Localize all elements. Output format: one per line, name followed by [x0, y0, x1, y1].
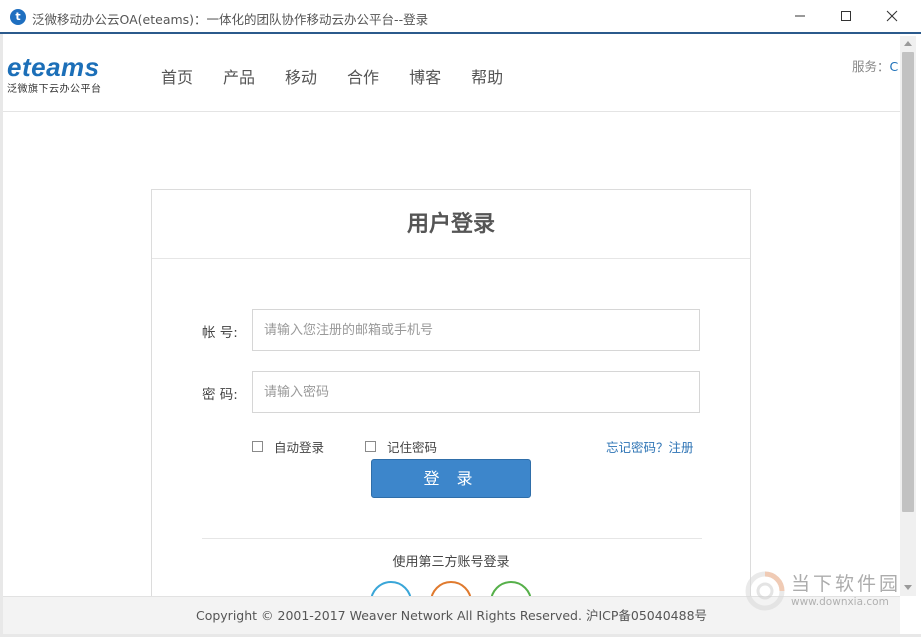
- maximize-icon: [841, 11, 851, 21]
- close-button[interactable]: [880, 6, 904, 28]
- window-frame-left: [0, 34, 3, 637]
- minimize-button[interactable]: [788, 6, 812, 28]
- third-party-login-label: 使用第三方账号登录: [392, 555, 510, 570]
- maximize-button[interactable]: [834, 6, 858, 28]
- remember-password-option[interactable]: 记住密码: [365, 437, 437, 456]
- site-header: eteams 泛微旗下云办公平台 首页 产品 移动 合作 博客 帮助 服务：C: [3, 36, 900, 112]
- account-input[interactable]: [252, 309, 700, 351]
- close-icon: [886, 10, 898, 22]
- account-label: 帐 号:: [202, 325, 238, 341]
- login-title: 用户登录: [152, 190, 750, 259]
- watermark: 当下软件园 www.downxia.com: [745, 571, 901, 611]
- nav-item-help[interactable]: 帮助: [471, 64, 503, 88]
- nav-item-products[interactable]: 产品: [223, 64, 255, 88]
- logo-text: eteams: [7, 52, 100, 82]
- copyright-text: Copyright © 2001-2017 Weaver Network All…: [195, 608, 708, 623]
- auto-login-option[interactable]: 自动登录: [252, 437, 324, 456]
- section-divider: [202, 538, 702, 539]
- window-titlebar: t 泛微移动办公云OA(eteams)：一体化的团队协作移动云办公平台--登录: [0, 0, 921, 34]
- nav-item-blog[interactable]: 博客: [409, 64, 441, 88]
- watermark-title: 当下软件园: [791, 573, 902, 595]
- nav-item-home[interactable]: 首页: [161, 64, 193, 88]
- auto-login-checkbox[interactable]: [252, 441, 263, 452]
- remember-password-checkbox[interactable]: [365, 441, 376, 452]
- nav-item-partners[interactable]: 合作: [347, 64, 379, 88]
- watermark-url: www.downxia.com: [791, 596, 889, 608]
- password-label: 密 码:: [202, 387, 238, 403]
- scroll-up-arrow-icon[interactable]: [903, 39, 913, 49]
- forgot-password-link[interactable]: 忘记密码？: [606, 440, 669, 455]
- minimize-icon: [795, 15, 805, 17]
- window-title: 泛微移动办公云OA(eteams)：一体化的团队协作移动云办公平台--登录: [32, 12, 429, 27]
- watermark-logo-icon: [745, 571, 785, 611]
- password-input[interactable]: [252, 371, 700, 413]
- remember-password-label: 记住密码: [387, 440, 438, 455]
- auto-login-label: 自动登录: [274, 440, 325, 455]
- logo[interactable]: eteams 泛微旗下云办公平台: [7, 54, 102, 95]
- login-button[interactable]: 登 录: [371, 459, 531, 498]
- service-label: 服务：: [852, 59, 890, 74]
- app-icon: t: [10, 9, 26, 25]
- register-link[interactable]: 注册: [669, 440, 694, 455]
- scrollbar-thumb[interactable]: [902, 52, 914, 512]
- service-link[interactable]: 服务：C: [852, 56, 898, 75]
- logo-subtitle: 泛微旗下云办公平台: [7, 84, 102, 95]
- login-card: 用户登录 帐 号: 密 码: 自动登录 记住密码 忘记密码？注册 登 录 使用第…: [151, 189, 751, 623]
- nav-item-mobile[interactable]: 移动: [285, 64, 317, 88]
- service-tail: C: [889, 59, 899, 74]
- account-links: 忘记密码？注册: [606, 437, 694, 456]
- main-nav: 首页 产品 移动 合作 博客 帮助: [161, 64, 533, 88]
- scroll-down-arrow-icon[interactable]: [903, 582, 913, 592]
